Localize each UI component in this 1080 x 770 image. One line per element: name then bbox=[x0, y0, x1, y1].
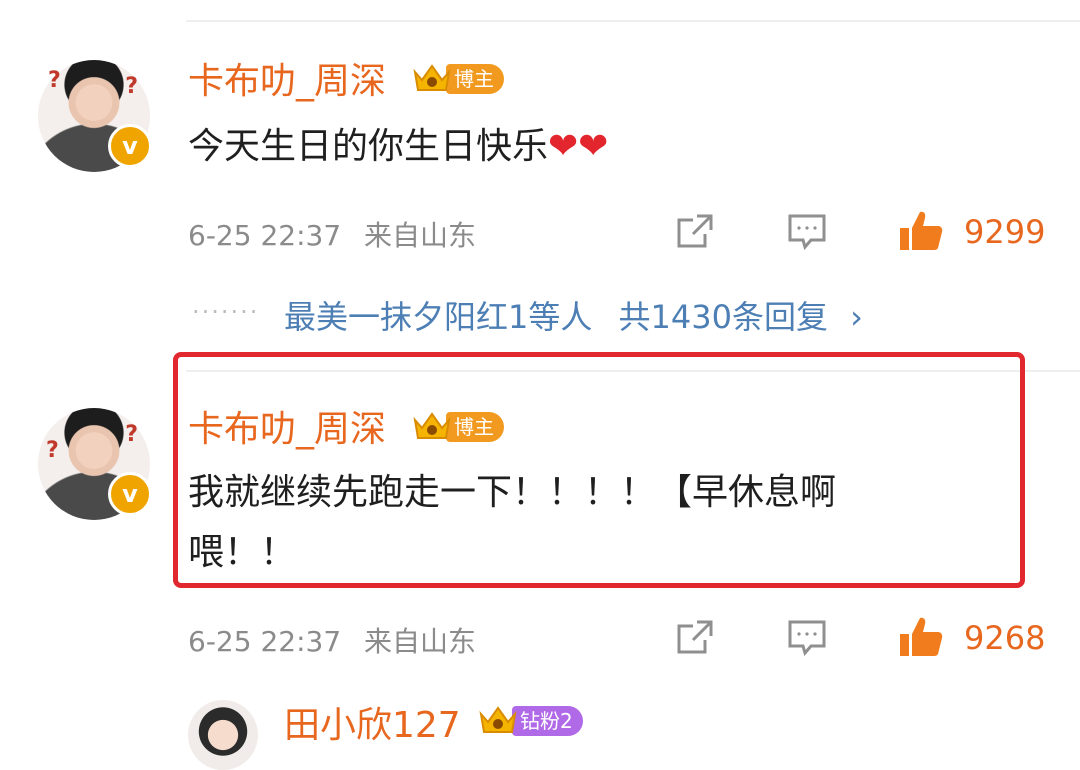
badge-label: 博主 bbox=[446, 64, 504, 94]
share-icon[interactable] bbox=[675, 618, 715, 658]
comment-meta: 6-25 22:37 来自山东 bbox=[188, 214, 476, 254]
comment-text-body: 今天生日的你生日快乐 bbox=[188, 126, 549, 167]
avatar-decoration: ? bbox=[48, 68, 61, 93]
chevron-right-icon: › bbox=[850, 298, 863, 336]
comment-icon[interactable] bbox=[787, 618, 827, 658]
like-thumb-icon[interactable] bbox=[898, 208, 944, 254]
comment-text: 今天生日的你生日快乐❤❤ bbox=[188, 120, 608, 174]
share-icon[interactable] bbox=[675, 212, 715, 252]
comment-location: 来自山东 bbox=[364, 219, 477, 252]
avatar-image bbox=[188, 700, 258, 770]
comment-location: 来自山东 bbox=[364, 625, 477, 658]
view-replies-link[interactable]: 最美一抹夕阳红1等人 共1430条回复 › bbox=[284, 292, 863, 338]
avatar-decoration: ? bbox=[125, 422, 138, 447]
username[interactable]: 卡布叻_周深 bbox=[188, 64, 386, 100]
avatar-decoration: ? bbox=[125, 74, 138, 99]
verified-badge-icon: v bbox=[108, 472, 152, 516]
top-divider bbox=[186, 20, 1080, 22]
reply-count: 共1430条回复 bbox=[618, 298, 828, 336]
comment-meta: 6-25 22:37 来自山东 bbox=[188, 620, 476, 660]
like-count: 9299 bbox=[964, 213, 1046, 251]
like-count: 9268 bbox=[964, 619, 1046, 657]
reply-dots: ······· bbox=[192, 298, 260, 326]
highlight-box bbox=[173, 352, 1025, 588]
avatar-decoration: ? bbox=[46, 438, 59, 463]
like-thumb-icon[interactable] bbox=[898, 614, 944, 660]
avatar[interactable]: ? ? v bbox=[38, 60, 152, 172]
reply-preview: 最美一抹夕阳红1等人 bbox=[284, 298, 593, 336]
user-badge: 钻粉2 bbox=[478, 704, 583, 738]
username[interactable]: 田小欣127 bbox=[284, 708, 461, 744]
verified-badge-icon: v bbox=[108, 124, 152, 168]
heart-emoji: ❤❤ bbox=[548, 126, 609, 167]
comment-date: 6-25 22:37 bbox=[188, 219, 342, 252]
avatar[interactable] bbox=[188, 700, 258, 770]
avatar[interactable]: ? ? v bbox=[38, 408, 152, 520]
comment-icon[interactable] bbox=[787, 212, 827, 252]
crown-icon bbox=[478, 704, 518, 738]
comment-date: 6-25 22:37 bbox=[188, 625, 342, 658]
crown-icon bbox=[412, 62, 452, 96]
user-badge: 博主 bbox=[412, 62, 504, 96]
